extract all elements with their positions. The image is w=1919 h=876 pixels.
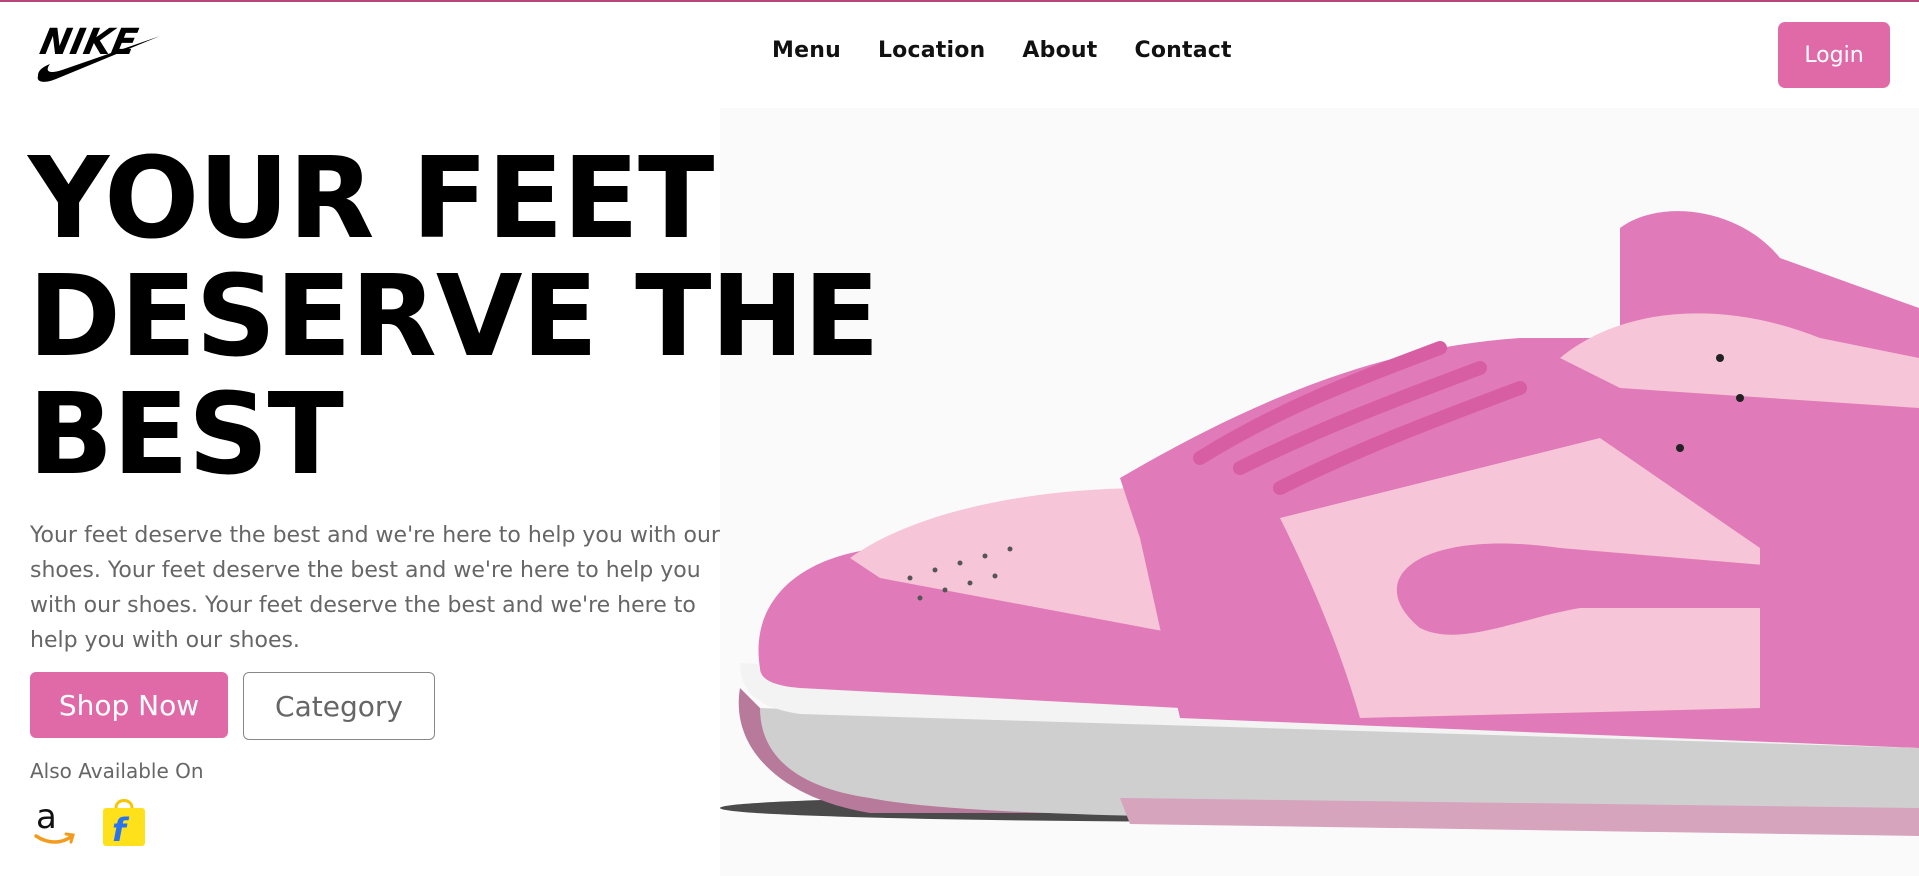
nav-item-location[interactable]: Location (878, 38, 985, 63)
svg-text:a: a (36, 797, 57, 837)
logo-text: NIKE (36, 20, 141, 63)
hero-headline: YOUR FEET DESERVE THE BEST (28, 140, 908, 494)
category-button[interactable]: Category (243, 672, 435, 740)
nike-logo-icon[interactable]: NIKE (34, 18, 162, 88)
shop-now-button[interactable]: Shop Now (30, 672, 228, 738)
headline-line-3: BEST (28, 370, 344, 500)
headline-line-2: DESERVE THE (28, 252, 880, 382)
login-button[interactable]: Login (1778, 22, 1890, 88)
flipkart-icon[interactable]: f (100, 796, 148, 848)
also-available-label: Also Available On (30, 759, 204, 783)
amazon-icon[interactable]: a (30, 796, 78, 848)
nav-item-contact[interactable]: Contact (1135, 38, 1232, 63)
nav-item-menu[interactable]: Menu (772, 38, 841, 63)
headline-line-1: YOUR FEET (28, 134, 714, 264)
site-header: NIKE Menu Location About Contact Login (0, 2, 1919, 108)
main-nav: Menu Location About Contact (772, 38, 1232, 63)
hero-description: Your feet deserve the best and we're her… (30, 523, 720, 653)
store-links: a f (30, 796, 148, 848)
nav-item-about[interactable]: About (1022, 38, 1097, 63)
